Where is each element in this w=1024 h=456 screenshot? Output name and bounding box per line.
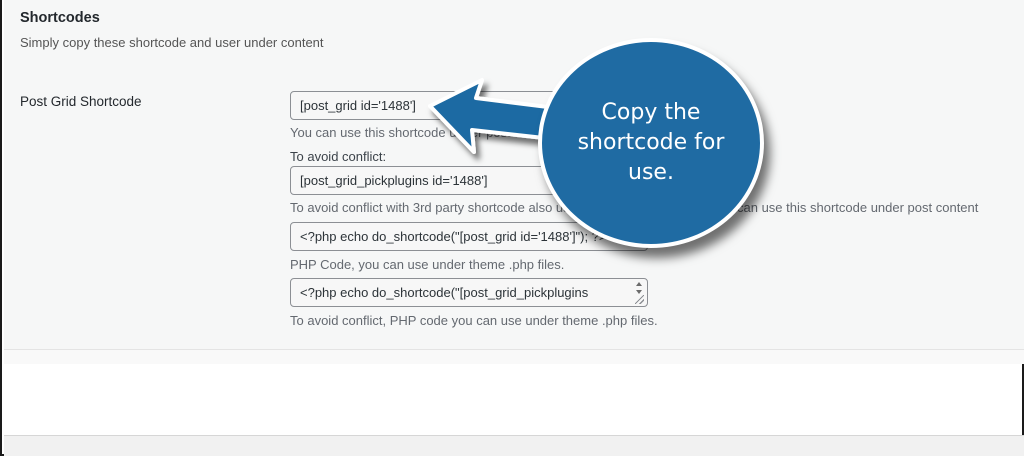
- resize-handle-icon[interactable]: [635, 295, 644, 304]
- scroll-down-icon[interactable]: [636, 290, 642, 294]
- alt-php-code-value: <?php echo do_shortcode("[post_grid_pick…: [300, 285, 589, 300]
- bottom-bar: [4, 435, 1024, 456]
- avoid-conflict-heading: To avoid conflict:: [290, 149, 387, 164]
- alt-shortcode-value: [post_grid_pickplugins id='1488']: [300, 173, 488, 188]
- php-code-value: <?php echo do_shortcode("[post_grid id='…: [300, 229, 607, 244]
- callout-bubble: Copy the shortcode for use.: [538, 38, 764, 248]
- alt-php-code-field[interactable]: <?php echo do_shortcode("[post_grid_pick…: [290, 278, 648, 307]
- panel-divider: [4, 350, 1024, 364]
- callout-text: Copy the shortcode for use.: [577, 100, 725, 185]
- php-code-help-text: PHP Code, you can use under theme .php f…: [290, 257, 565, 272]
- shortcode-value: [post_grid id='1488']: [300, 98, 416, 113]
- scroll-up-icon[interactable]: [636, 282, 642, 286]
- alt-shortcode-help-end: can use this shortcode under post conten…: [737, 200, 979, 215]
- section-title: Shortcodes: [20, 10, 100, 26]
- alt-shortcode-field[interactable]: [post_grid_pickplugins id='1488']: [290, 166, 580, 195]
- section-description: Simply copy these shortcode and user und…: [20, 35, 324, 50]
- alt-php-code-help-text: To avoid conflict, PHP code you can use …: [290, 313, 658, 328]
- alt-shortcode-help-start: To avoid conflict with 3rd party shortco…: [290, 200, 577, 215]
- post-grid-shortcode-label: Post Grid Shortcode: [20, 94, 142, 109]
- settings-panel: Shortcodes Simply copy these shortcode a…: [4, 0, 1024, 350]
